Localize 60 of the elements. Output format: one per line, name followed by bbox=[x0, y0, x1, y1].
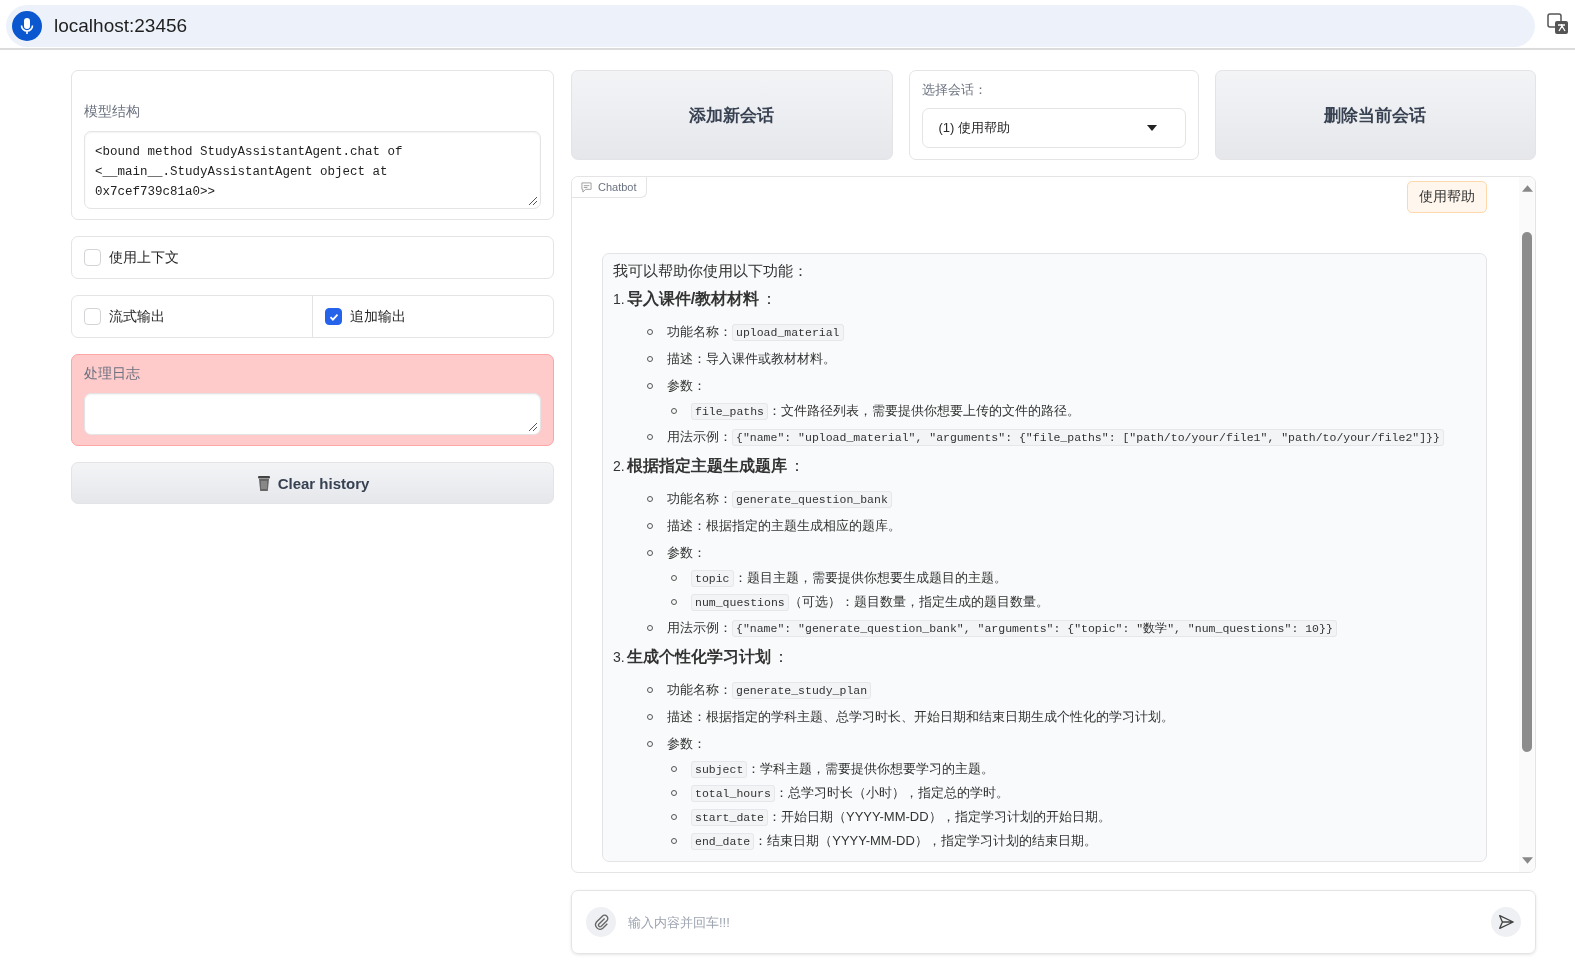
microphone-icon[interactable] bbox=[12, 10, 42, 41]
list-item-text: topic ：题目主题，需要提供你想要生成题目的主题。 bbox=[691, 569, 1007, 587]
delete-session-button[interactable]: 删除当前会话 bbox=[1214, 70, 1536, 160]
log-label: 处理日志 bbox=[84, 365, 141, 383]
list-item-text: 描述：导入课件或教材材料。 bbox=[667, 349, 836, 368]
checkbox-label: 使用上下文 bbox=[109, 248, 179, 267]
resize-handle-icon[interactable] bbox=[529, 197, 537, 205]
list-item-text: 功能名称： generate_study_plan bbox=[667, 680, 872, 699]
list-item-text: file_paths ：文件路径列表，需要提供你想要上传的文件的路径。 bbox=[691, 402, 1080, 420]
section-title: 根据指定主题生成题库 bbox=[626, 456, 787, 476]
resize-handle-icon[interactable] bbox=[529, 423, 537, 431]
model-structure-label: 模型结构 bbox=[84, 103, 141, 121]
colon-text: ： bbox=[788, 456, 805, 476]
paperclip-icon bbox=[592, 913, 610, 931]
colon-text: ： bbox=[772, 647, 789, 667]
send-button[interactable] bbox=[1491, 907, 1521, 937]
log-field[interactable] bbox=[84, 393, 541, 435]
checkbox[interactable] bbox=[325, 308, 342, 325]
list-item-text: 功能名称： upload_material bbox=[667, 322, 844, 341]
user-message: 使用帮助 bbox=[1407, 181, 1487, 213]
list-item-text: 用法示例： {"name": "generate_question_bank", "arguments": {"topic": "数学", "num_questions": 10}} bbox=[667, 618, 1337, 637]
list-item-text: 描述：根据指定的主题生成相应的题库。 bbox=[667, 516, 901, 535]
checkbox-label: 追加输出 bbox=[350, 307, 406, 326]
url-text: localhost:23456 bbox=[54, 14, 188, 37]
list-item-text: 用法示例： {"name": "upload_material", "arguments": {"file_paths": ["path/to/your/file1", "path/to/your/file2"]}} bbox=[667, 427, 1444, 446]
add-session-button[interactable]: 添加新会话 bbox=[571, 70, 893, 160]
list-item-text: 参数： bbox=[667, 543, 706, 562]
list-item-text: start_date ：开始日期（YYYY-MM-DD），指定学习计划的开始日期。 bbox=[691, 808, 1111, 826]
list-item-text: subject ：学科主题，需要提供你想要学习的主题。 bbox=[691, 760, 995, 778]
session-dropdown[interactable]: (1) 使用帮助 bbox=[921, 108, 1186, 148]
list-item-text: total_hours ：总学习时长（小时），指定总的学时。 bbox=[691, 784, 1009, 802]
checkbox-label: 流式输出 bbox=[109, 307, 165, 326]
scrollbar[interactable] bbox=[1519, 177, 1535, 872]
section-number: 2. bbox=[613, 458, 625, 474]
model-structure-field[interactable]: <bound method StudyAssistantAgent.chat of <__main__.StudyAssistantAgent object at 0x7cef739c81a0>> bbox=[84, 131, 541, 209]
translate-icon[interactable] bbox=[1547, 13, 1569, 35]
address-bar[interactable]: localhost:23456 bbox=[6, 4, 1535, 47]
scroll-up-icon[interactable] bbox=[1521, 185, 1533, 192]
clear-history-button[interactable]: Clear history bbox=[71, 462, 554, 504]
section-number: 1. bbox=[613, 291, 625, 307]
caret-icon bbox=[1146, 125, 1157, 131]
colon-text: ： bbox=[761, 289, 778, 309]
list-item-text: 参数： bbox=[667, 734, 706, 753]
message-input-field[interactable]: 输入内容并回车!!! bbox=[626, 913, 1481, 931]
message-intro: 我可以帮助你使用以下功能： bbox=[613, 262, 809, 281]
list-item-text: end_date ：结束日期（YYYY-MM-DD），指定学习计划的结束日期。 bbox=[691, 832, 1097, 850]
list-item-text: num_questions （可选）：题目数量，指定生成的题目数量。 bbox=[691, 593, 1049, 611]
section-number: 3. bbox=[613, 649, 625, 665]
session-select-label: 选择会话： bbox=[921, 81, 988, 99]
section-title: 导入课件/教材材料 bbox=[626, 289, 760, 309]
send-icon bbox=[1497, 913, 1515, 931]
list-item-text: 参数： bbox=[667, 376, 706, 395]
chatbot-label: Chatbot bbox=[598, 181, 637, 193]
chat-icon bbox=[581, 181, 592, 193]
attach-button[interactable] bbox=[586, 907, 616, 937]
list-item-text: 功能名称： generate_question_bank bbox=[667, 489, 892, 508]
list-item-text: 描述：根据指定的学科主题、总学习时长、开始日期和结束日期生成个性化的学习计划。 bbox=[667, 707, 1174, 726]
scroll-down-icon[interactable] bbox=[1521, 857, 1533, 864]
section-title: 生成个性化学习计划 bbox=[626, 647, 771, 667]
trash-icon bbox=[255, 474, 272, 492]
